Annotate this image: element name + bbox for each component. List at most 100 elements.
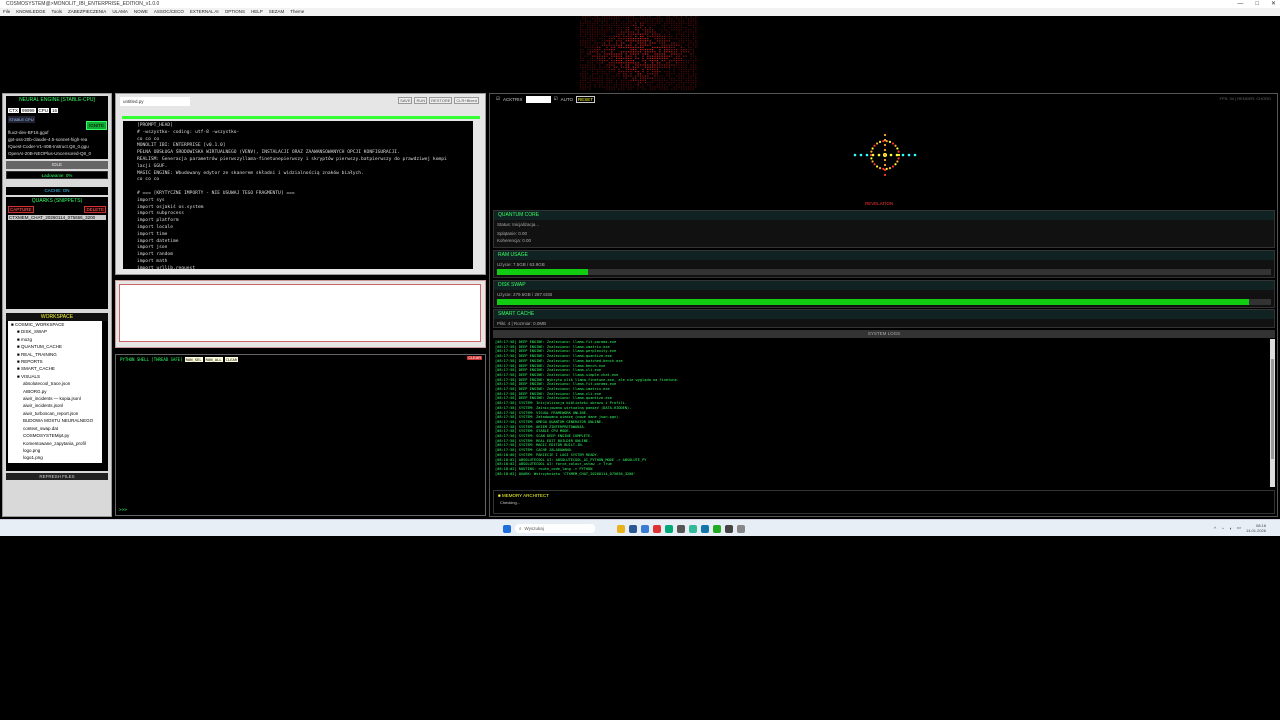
tree-file[interactable]: COSMOSYSTEMipt.py [11, 432, 102, 439]
tree-file[interactable]: aiwir_incidents.jsonl [11, 402, 102, 409]
acktrix-input[interactable] [526, 96, 551, 103]
model-item[interactable]: OpenAI-20B-NEOPlus-Uncensored-Q8_0 [8, 150, 106, 157]
app-icon[interactable] [629, 525, 637, 533]
folder-icon[interactable] [617, 525, 625, 533]
terminal-icon[interactable] [725, 525, 733, 533]
ram-title: RAM USAGE [494, 251, 1274, 260]
menu-item-nowe[interactable]: NOWE [134, 8, 148, 16]
swap-gauge-fill [497, 299, 1249, 305]
quantum-core-panel: QUANTUM CORE Status: Inicjalizacja... Sp… [493, 210, 1275, 248]
code-area[interactable]: [PROMPT_HEAD] # -wszystko- coding: utf-8… [123, 121, 473, 269]
quarks-title: QUARKS (SNIPPETS) [6, 197, 108, 206]
delete-button[interactable]: DELETE [84, 206, 106, 213]
reset-button[interactable]: RESET [576, 96, 595, 103]
acktrix-checkbox[interactable]: ☑ [496, 96, 500, 102]
tree-folder[interactable]: ■ DISK_SWAP [11, 328, 102, 335]
model-list[interactable]: STABLE CPU IGNITE flux2-dev-BF16.gguf gpt… [6, 115, 108, 159]
editor-icon[interactable] [701, 525, 709, 533]
run-all-button[interactable]: RUN_ALL [205, 357, 223, 362]
revelation-label: REVELATION [865, 201, 893, 206]
quark-item[interactable]: CTXMEM_CHAT_20260114_075656_3200 [8, 215, 106, 220]
store-icon[interactable] [641, 525, 649, 533]
run-sel-button[interactable]: RUN_SEL [185, 357, 203, 362]
python-icon[interactable] [737, 525, 745, 533]
menu-item-assoc-ceco[interactable]: ASSOC/CECO [154, 8, 184, 16]
menu-item-knowledge[interactable]: KNOWLEDGE [16, 8, 45, 16]
letterbox [0, 536, 1280, 720]
memory-status: Checking... [494, 500, 1274, 505]
disk-swap-panel: DISK SWAP Użycie: 279.6GB / 287.6GB [493, 280, 1275, 308]
clock[interactable]: 08:18 14.01.2026 [1246, 523, 1266, 533]
clock-date: 14.01.2026 [1246, 528, 1266, 533]
tree-file[interactable]: context_swap.dat [11, 425, 102, 432]
menu-item-external-ai[interactable]: EXTERNAL AI [190, 8, 219, 16]
tree-file[interactable]: aiwir_turboscan_report.json [11, 410, 102, 417]
shell-prompt[interactable]: >>> [119, 508, 127, 513]
menu-item-theme[interactable]: Theme [290, 8, 304, 16]
memory-icon: ■ [498, 493, 501, 498]
refresh-files-button[interactable]: REFRESH FILES [6, 473, 108, 480]
tree-file[interactable]: logo1.png [11, 454, 102, 461]
run-button[interactable]: RUN [414, 97, 427, 104]
prompt-input[interactable] [119, 284, 481, 342]
auto-label: AUTO [561, 97, 573, 102]
clear-bleed-button[interactable]: CLR+Bleed [454, 97, 479, 104]
tree-file[interactable]: AIBORG.py [11, 388, 102, 395]
model-item[interactable]: IQuest-Coder-V1-40B-Instruct.Q8_0.ggu [8, 143, 106, 150]
save-button[interactable]: SAVE [398, 97, 412, 104]
ignite-button[interactable]: IGNITE [86, 121, 107, 130]
capture-button[interactable]: CAPTURE [8, 206, 34, 213]
battery-icon[interactable]: ▭ [1237, 525, 1241, 531]
tree-folder[interactable]: ■ REAL_TRAINING [11, 351, 102, 358]
menu-item-zabezpieczenia[interactable]: ZABEZPIECZENIA [68, 8, 106, 16]
menu-item-file[interactable]: File [3, 8, 10, 16]
tree-folder[interactable]: ■ SMART_CACHE [11, 365, 102, 372]
model-item[interactable]: flux2-dev-BF16.gguf [8, 129, 106, 136]
chrome-icon[interactable] [653, 525, 661, 533]
tree-file[interactable]: Komentowane_zapytania_profil [11, 440, 102, 447]
ctx-input[interactable]: 99999 [21, 108, 36, 113]
filename-field[interactable]: untitled.py [120, 97, 190, 106]
restore-button[interactable]: RESTORE [429, 97, 452, 104]
code-icon[interactable] [689, 525, 697, 533]
auto-checkbox[interactable]: ☑ [554, 96, 558, 102]
ram-text: Użycie: 7.5GB / 63.9GB [494, 260, 1274, 269]
settings-icon[interactable] [677, 525, 685, 533]
system-tray: ^ ◔ ◖ ▭ 08:18 14.01.2026 [1214, 523, 1266, 533]
shell-clear-button[interactable]: CLEAR [467, 356, 482, 360]
cpu-input[interactable]: 16 [51, 108, 58, 113]
tree-file[interactable]: BUDOWA MOSTU NEURALNEGO [11, 417, 102, 424]
prompt-input-panel [115, 280, 486, 348]
tree-folder[interactable]: ■ COSMIC_WORKSPACE [11, 321, 102, 328]
network-icon[interactable]: ◔ [1221, 526, 1224, 531]
start-icon[interactable] [503, 525, 511, 533]
ctx-label: CTX [8, 108, 19, 113]
tree-folder[interactable]: ■ mozg [11, 336, 102, 343]
menu-item-sezam[interactable]: SEZAM [269, 8, 285, 16]
model-item[interactable]: gpt-oss-20b-claude-4.5-sonnet-high-rea [8, 136, 106, 143]
maximize-button[interactable]: □ [1255, 0, 1259, 8]
menu-item-tools[interactable]: Tools [52, 8, 63, 16]
close-button[interactable]: ✕ [1271, 0, 1276, 8]
menu-item-help[interactable]: HELP [251, 8, 263, 16]
menu-item-options[interactable]: OPTIONS [225, 8, 245, 16]
system-logs[interactable]: [08:17:58] DEEP ENGINE: Znaleziono: llam… [493, 339, 1268, 487]
volume-icon[interactable]: ◖ [1229, 526, 1232, 531]
taskbar-search[interactable]: ⌕ Wyszukaj [515, 524, 595, 533]
workspace-panel: WORKSPACE ■ COSMIC_WORKSPACE ■ DISK_SWAP ■… [6, 313, 108, 471]
tree-folder[interactable]: ■ REPORTS [11, 358, 102, 365]
tree-file[interactable]: aiwir_incidents — kopia.jsonl [11, 395, 102, 402]
tree-folder[interactable]: ■ QUANTUM_CACHE [11, 343, 102, 350]
tree-file[interactable]: logo.png [11, 447, 102, 454]
menu-item-ulama[interactable]: ULAMA [112, 8, 128, 16]
edge-icon[interactable] [665, 525, 673, 533]
shell-clear-tab[interactable]: CLEAR [225, 357, 238, 362]
quarks-panel: QUARKS (SNIPPETS) CAPTURE DELETE CTXMEM_… [6, 197, 108, 309]
tree-folder[interactable]: ■ VISUALS [11, 373, 102, 380]
file-tree[interactable]: ■ COSMIC_WORKSPACE ■ DISK_SWAP ■ mozg ■ QUA… [8, 321, 102, 463]
logs-scrollbar[interactable] [1270, 339, 1275, 487]
tree-file[interactable]: absolutecool_trace.json [11, 380, 102, 387]
sheet-icon[interactable] [713, 525, 721, 533]
minimize-button[interactable]: — [1237, 0, 1243, 8]
chevron-up-icon[interactable]: ^ [1214, 526, 1216, 531]
